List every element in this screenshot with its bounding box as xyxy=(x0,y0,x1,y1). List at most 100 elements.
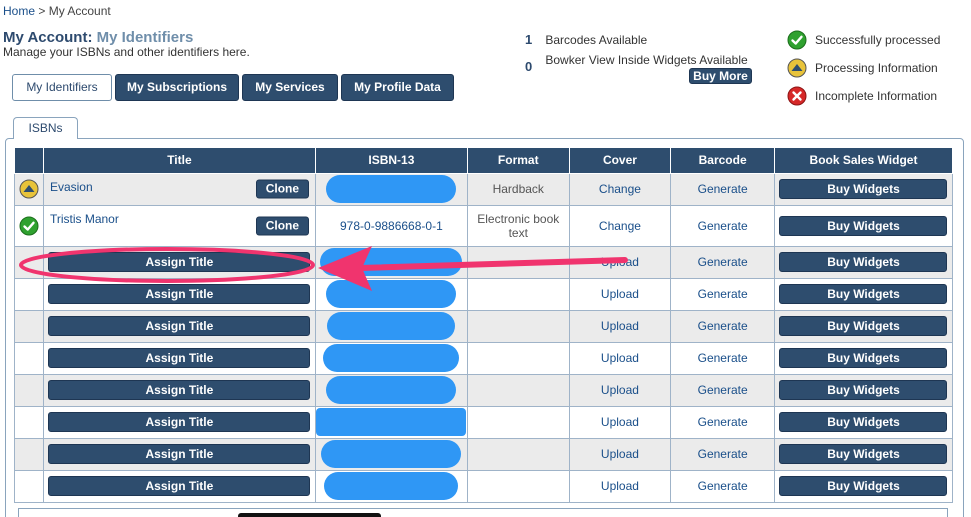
barcode-cell: Generate xyxy=(670,204,775,247)
page-title-accent: My Identifiers xyxy=(96,29,194,46)
barcode-generate-link[interactable]: Generate xyxy=(698,383,748,397)
barcode-generate-link[interactable]: Generate xyxy=(698,351,748,365)
barcode-cell: Generate xyxy=(670,309,775,343)
barcode-cell: Generate xyxy=(670,437,775,471)
barcode-generate-link[interactable]: Generate xyxy=(698,255,748,269)
legend-success-label: Successfully processed xyxy=(815,33,941,47)
row-status xyxy=(14,437,44,471)
buy-widgets-button[interactable]: Buy Widgets xyxy=(779,380,948,400)
cover-upload-link[interactable]: Upload xyxy=(601,287,639,301)
barcode-cell: Generate xyxy=(670,245,775,279)
assign-title-button[interactable]: Assign Title xyxy=(48,380,311,400)
cover-cell: Upload xyxy=(568,469,672,503)
table-row: Assign Title Upload Generate Buy Widgets xyxy=(14,405,954,439)
barcode-generate-link[interactable]: Generate xyxy=(698,447,748,461)
tab-my-identifiers[interactable]: My Identifiers xyxy=(12,74,112,101)
barcode-cell: Generate xyxy=(670,172,775,206)
column-format[interactable]: Format xyxy=(466,148,570,174)
row-title-cell: Assign Title xyxy=(42,373,316,407)
breadcrumb: Home > My Account xyxy=(3,4,111,18)
row-title-cell: Assign Title xyxy=(42,437,316,471)
barcode-generate-link[interactable]: Generate xyxy=(698,319,748,333)
barcode-cell: Generate xyxy=(670,341,775,375)
column-isbn[interactable]: ISBN-13 xyxy=(314,148,468,174)
buy-more-button[interactable]: Buy More xyxy=(689,68,752,84)
widget-cell: Buy Widgets xyxy=(773,469,954,503)
table-row: Assign Title Upload Generate Buy Widgets xyxy=(14,309,954,343)
row-status xyxy=(14,405,44,439)
redacted-isbn xyxy=(326,376,457,404)
buy-widgets-button[interactable]: Buy Widgets xyxy=(779,252,948,272)
table-row: Assign Title Upload Generate Buy Widgets xyxy=(14,245,954,279)
cover-upload-link[interactable]: Upload xyxy=(601,255,639,269)
buy-widgets-button[interactable]: Buy Widgets xyxy=(779,476,948,496)
cover-cell: Upload xyxy=(568,373,672,407)
buy-widgets-button[interactable]: Buy Widgets xyxy=(779,348,948,368)
tab-isbns[interactable]: ISBNs xyxy=(13,117,78,139)
cover-upload-link[interactable]: Upload xyxy=(601,479,639,493)
cover-upload-link[interactable]: Upload xyxy=(601,351,639,365)
tab-my-services[interactable]: My Services xyxy=(242,74,338,101)
page-title: My Account: My Identifiers xyxy=(3,29,193,46)
row-title-cell: Assign Title xyxy=(42,469,316,503)
barcode-generate-link[interactable]: Generate xyxy=(698,219,748,233)
assign-title-button[interactable]: Assign Title xyxy=(48,316,311,336)
legend-processing: Processing Information xyxy=(787,58,938,78)
cover-upload-link[interactable]: Upload xyxy=(601,447,639,461)
buy-widgets-button[interactable]: Buy Widgets xyxy=(779,444,948,464)
isbn-cell xyxy=(314,341,468,375)
redacted-isbn xyxy=(326,175,457,203)
buy-widgets-button[interactable]: Buy Widgets xyxy=(779,316,948,336)
cover-change-link[interactable]: Change xyxy=(599,182,641,196)
column-cover[interactable]: Cover xyxy=(568,148,672,174)
row-title-cell: Tristis Manor Clone xyxy=(42,204,316,247)
format-cell xyxy=(466,245,570,279)
bottom-scroll-handle[interactable] xyxy=(238,513,381,517)
cover-cell: Upload xyxy=(568,277,672,311)
breadcrumb-separator: > xyxy=(35,4,49,18)
barcode-generate-link[interactable]: Generate xyxy=(698,287,748,301)
clone-button[interactable]: Clone xyxy=(255,179,309,199)
title-link[interactable]: Tristis Manor xyxy=(50,212,119,226)
barcode-generate-link[interactable]: Generate xyxy=(698,479,748,493)
column-title[interactable]: Title xyxy=(42,148,316,174)
barcode-generate-link[interactable]: Generate xyxy=(698,415,748,429)
redacted-isbn xyxy=(321,440,462,468)
assign-title-button[interactable]: Assign Title xyxy=(48,252,311,272)
barcode-generate-link[interactable]: Generate xyxy=(698,182,748,196)
assign-title-button[interactable]: Assign Title xyxy=(48,476,311,496)
format-cell xyxy=(466,341,570,375)
buy-widgets-button[interactable]: Buy Widgets xyxy=(779,284,948,304)
breadcrumb-current: My Account xyxy=(48,4,111,18)
isbn-cell xyxy=(314,373,468,407)
legend-success: Successfully processed xyxy=(787,30,940,50)
buy-widgets-button[interactable]: Buy Widgets xyxy=(779,412,948,432)
cover-change-link[interactable]: Change xyxy=(599,219,641,233)
table-header-row: Title ISBN-13 Format Cover Barcode Book … xyxy=(14,148,954,174)
buy-widgets-button[interactable]: Buy Widgets xyxy=(779,179,948,199)
assign-title-button[interactable]: Assign Title xyxy=(48,284,311,304)
tab-my-subscriptions[interactable]: My Subscriptions xyxy=(115,74,239,101)
page-subtitle: Manage your ISBNs and other identifiers … xyxy=(3,45,250,59)
column-book-sales-widget[interactable]: Book Sales Widget xyxy=(773,148,954,174)
cover-upload-link[interactable]: Upload xyxy=(601,415,639,429)
column-status xyxy=(14,148,44,174)
title-link[interactable]: Evasion xyxy=(50,180,93,194)
redacted-isbn xyxy=(320,248,463,276)
cover-upload-link[interactable]: Upload xyxy=(601,383,639,397)
barcode-cell: Generate xyxy=(670,469,775,503)
buy-widgets-button[interactable]: Buy Widgets xyxy=(779,215,948,236)
cover-upload-link[interactable]: Upload xyxy=(601,319,639,333)
column-barcode[interactable]: Barcode xyxy=(670,148,775,174)
assign-title-button[interactable]: Assign Title xyxy=(48,444,311,464)
clone-button[interactable]: Clone xyxy=(255,216,309,235)
breadcrumb-home-link[interactable]: Home xyxy=(3,4,35,18)
row-status xyxy=(14,204,44,247)
cover-cell: Change xyxy=(568,204,672,247)
cover-cell: Upload xyxy=(568,405,672,439)
assign-title-button[interactable]: Assign Title xyxy=(48,412,311,432)
tab-my-profile-data[interactable]: My Profile Data xyxy=(341,74,454,101)
assign-title-button[interactable]: Assign Title xyxy=(48,348,311,368)
isbn-link[interactable]: 978-0-9886668-0-1 xyxy=(340,219,443,233)
isbn-cell xyxy=(314,245,468,279)
